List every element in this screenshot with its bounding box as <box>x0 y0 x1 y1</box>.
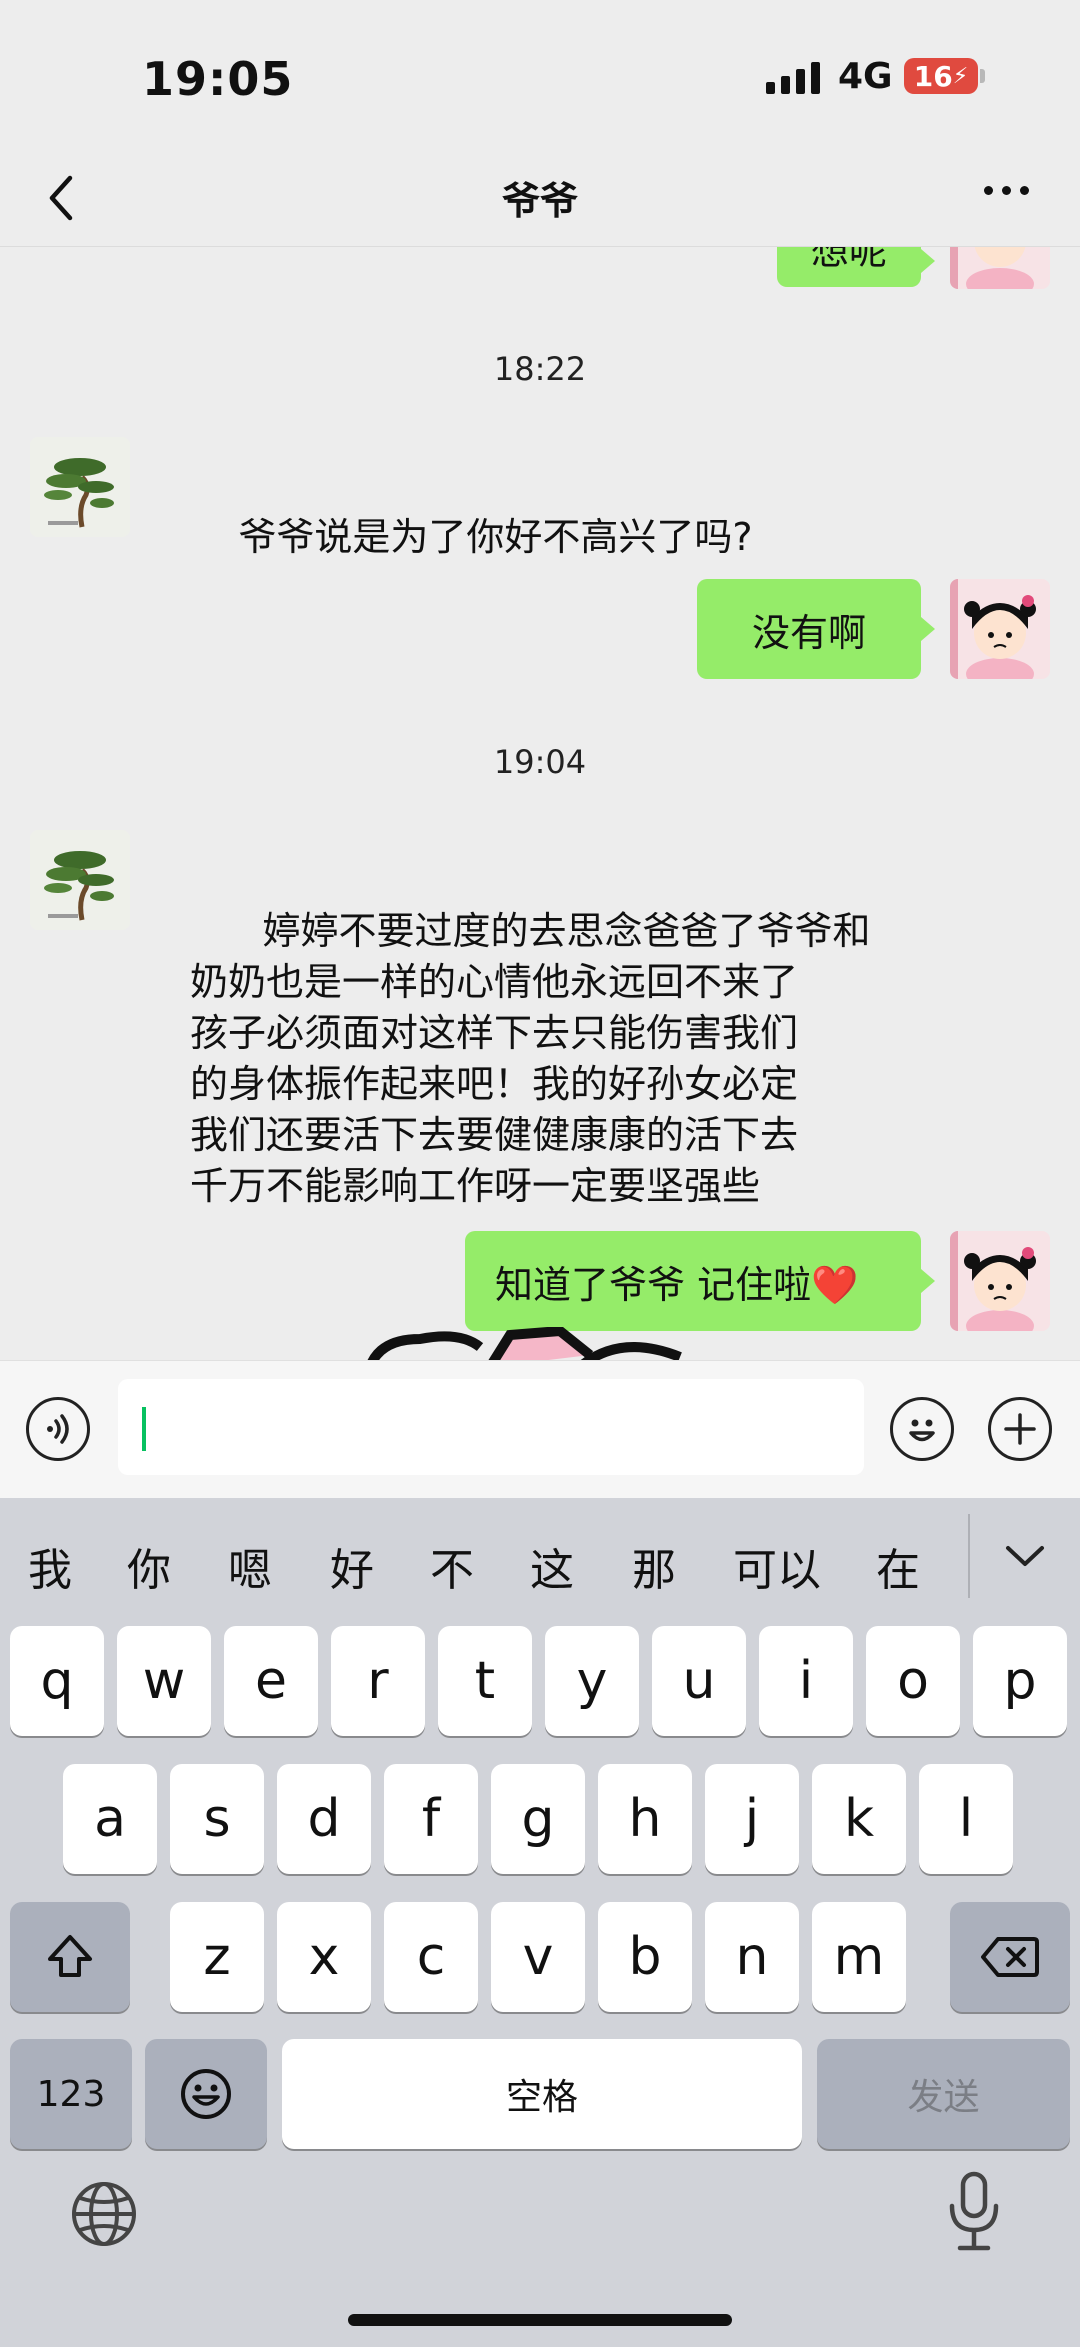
status-bar: 19:05 4G 16 ⚡ <box>0 0 1080 150</box>
backspace-key[interactable] <box>950 1902 1070 2012</box>
key-d[interactable]: d <box>277 1764 371 1874</box>
message-bubble-incoming[interactable]: 婷婷不要过度的去思念爸爸了爷爷和 奶奶也是一样的心情他永远回不来了 孩子必须面对… <box>190 855 950 1263</box>
key-m[interactable]: m <box>812 1902 906 2012</box>
girl-avatar-icon <box>950 579 1050 679</box>
battery-icon: 16 ⚡ <box>904 58 978 94</box>
emoji-icon <box>181 2069 231 2119</box>
battery-cap <box>980 69 985 83</box>
home-indicator[interactable] <box>348 2314 732 2326</box>
contact-avatar[interactable] <box>30 830 130 930</box>
timestamp: 19:04 <box>493 743 587 781</box>
emoji-icon[interactable] <box>890 1397 954 1461</box>
text-caret <box>142 1407 146 1451</box>
key-s[interactable]: s <box>170 1764 264 1874</box>
key-q[interactable]: q <box>10 1626 104 1736</box>
candidate-word[interactable]: 嗯 <box>228 1534 272 1598</box>
key-o[interactable]: o <box>866 1626 960 1736</box>
message-text: 婷婷不要过度的去思念爸爸了爷爷和 奶奶也是一样的心情他永远回不来了 孩子必须面对… <box>190 909 871 1208</box>
candidate-word[interactable]: 不 <box>430 1534 474 1598</box>
bubble-tail <box>921 617 935 641</box>
bubble-tail <box>921 249 935 273</box>
key-g[interactable]: g <box>491 1764 585 1874</box>
chat-header: 爷爷 <box>0 150 1080 247</box>
key-r[interactable]: r <box>331 1626 425 1736</box>
add-attachment-icon[interactable] <box>988 1397 1052 1461</box>
message-input-bar <box>0 1360 1080 1499</box>
key-h[interactable]: h <box>598 1764 692 1874</box>
candidate-bar: 我 你 嗯 好 不 这 那 可以 在 <box>0 1498 1080 1628</box>
keyboard: 我 你 嗯 好 不 这 那 可以 在 q w e r t y u i o p a… <box>0 1498 1080 2347</box>
key-i[interactable]: i <box>759 1626 853 1736</box>
shift-icon <box>48 1935 92 1977</box>
cellular-signal-icon <box>766 60 820 94</box>
send-key[interactable]: 发送 <box>817 2039 1070 2149</box>
candidate-word[interactable]: 你 <box>127 1534 171 1598</box>
message-bubble-outgoing[interactable]: 没有啊 <box>697 579 921 679</box>
numbers-key[interactable]: 123 <box>10 2039 132 2149</box>
more-options-icon[interactable] <box>984 186 1029 195</box>
message-text: 想呢 <box>810 247 887 273</box>
key-t[interactable]: t <box>438 1626 532 1736</box>
candidate-word[interactable]: 在 <box>876 1534 920 1598</box>
key-c[interactable]: c <box>384 1902 478 2012</box>
key-f[interactable]: f <box>384 1764 478 1874</box>
key-z[interactable]: z <box>170 1902 264 2012</box>
bonsai-tree-avatar-icon <box>30 830 130 930</box>
message-list[interactable]: 想呢 18:22 爷爷说是为了你好不高兴了吗? 没有啊 19:04 婷婷不要过度… <box>0 247 1080 1360</box>
girl-avatar-icon <box>950 247 1050 289</box>
message-bubble-outgoing[interactable]: 知道了爷爷 记住啦❤️ <box>465 1231 921 1331</box>
key-y[interactable]: y <box>545 1626 639 1736</box>
key-l[interactable]: l <box>919 1764 1013 1874</box>
my-avatar[interactable] <box>950 579 1050 679</box>
battery-level: 16 <box>913 59 953 93</box>
message-text-input[interactable] <box>118 1379 864 1475</box>
candidate-word[interactable]: 可以 <box>733 1534 821 1598</box>
message-text: 知道了爷爷 记住啦❤️ <box>495 1262 859 1307</box>
chevron-down-icon[interactable] <box>1000 1536 1050 1576</box>
back-arrow-icon[interactable] <box>34 168 94 228</box>
candidate-word[interactable]: 好 <box>330 1534 374 1598</box>
message-text: 没有啊 <box>751 610 866 655</box>
key-u[interactable]: u <box>652 1626 746 1736</box>
key-b[interactable]: b <box>598 1902 692 2012</box>
timestamp: 18:22 <box>493 350 587 388</box>
bubble-tail <box>921 1269 935 1293</box>
my-avatar[interactable] <box>950 247 1050 289</box>
key-v[interactable]: v <box>491 1902 585 2012</box>
space-key[interactable]: 空格 <box>282 2039 802 2149</box>
key-w[interactable]: w <box>117 1626 211 1736</box>
girl-avatar-icon <box>950 1231 1050 1331</box>
message-bubble-outgoing[interactable]: 想呢 <box>777 247 921 287</box>
microphone-icon[interactable] <box>944 2170 1004 2254</box>
my-avatar[interactable] <box>950 1231 1050 1331</box>
status-time: 19:05 <box>142 52 294 106</box>
candidate-divider <box>968 1514 970 1598</box>
candidate-word[interactable]: 我 <box>28 1534 72 1598</box>
candidate-word[interactable]: 这 <box>530 1534 574 1598</box>
key-e[interactable]: e <box>224 1626 318 1736</box>
globe-icon[interactable] <box>68 2178 140 2250</box>
network-type: 4G <box>838 56 893 97</box>
backspace-icon <box>981 1937 1039 1977</box>
chat-title: 爷爷 <box>501 179 578 223</box>
key-a[interactable]: a <box>63 1764 157 1874</box>
key-j[interactable]: j <box>705 1764 799 1874</box>
key-x[interactable]: x <box>277 1902 371 2012</box>
key-k[interactable]: k <box>812 1764 906 1874</box>
voice-input-icon[interactable] <box>26 1397 90 1461</box>
key-n[interactable]: n <box>705 1902 799 2012</box>
candidate-word[interactable]: 那 <box>632 1534 676 1598</box>
sticker-image[interactable] <box>360 1327 700 1360</box>
message-text: 爷爷说是为了你好不高兴了吗? <box>238 515 753 559</box>
emoji-key[interactable] <box>145 2039 267 2149</box>
contact-avatar[interactable] <box>30 437 130 537</box>
shift-key[interactable] <box>10 1902 130 2012</box>
key-p[interactable]: p <box>973 1626 1067 1736</box>
bonsai-tree-avatar-icon <box>30 437 130 537</box>
